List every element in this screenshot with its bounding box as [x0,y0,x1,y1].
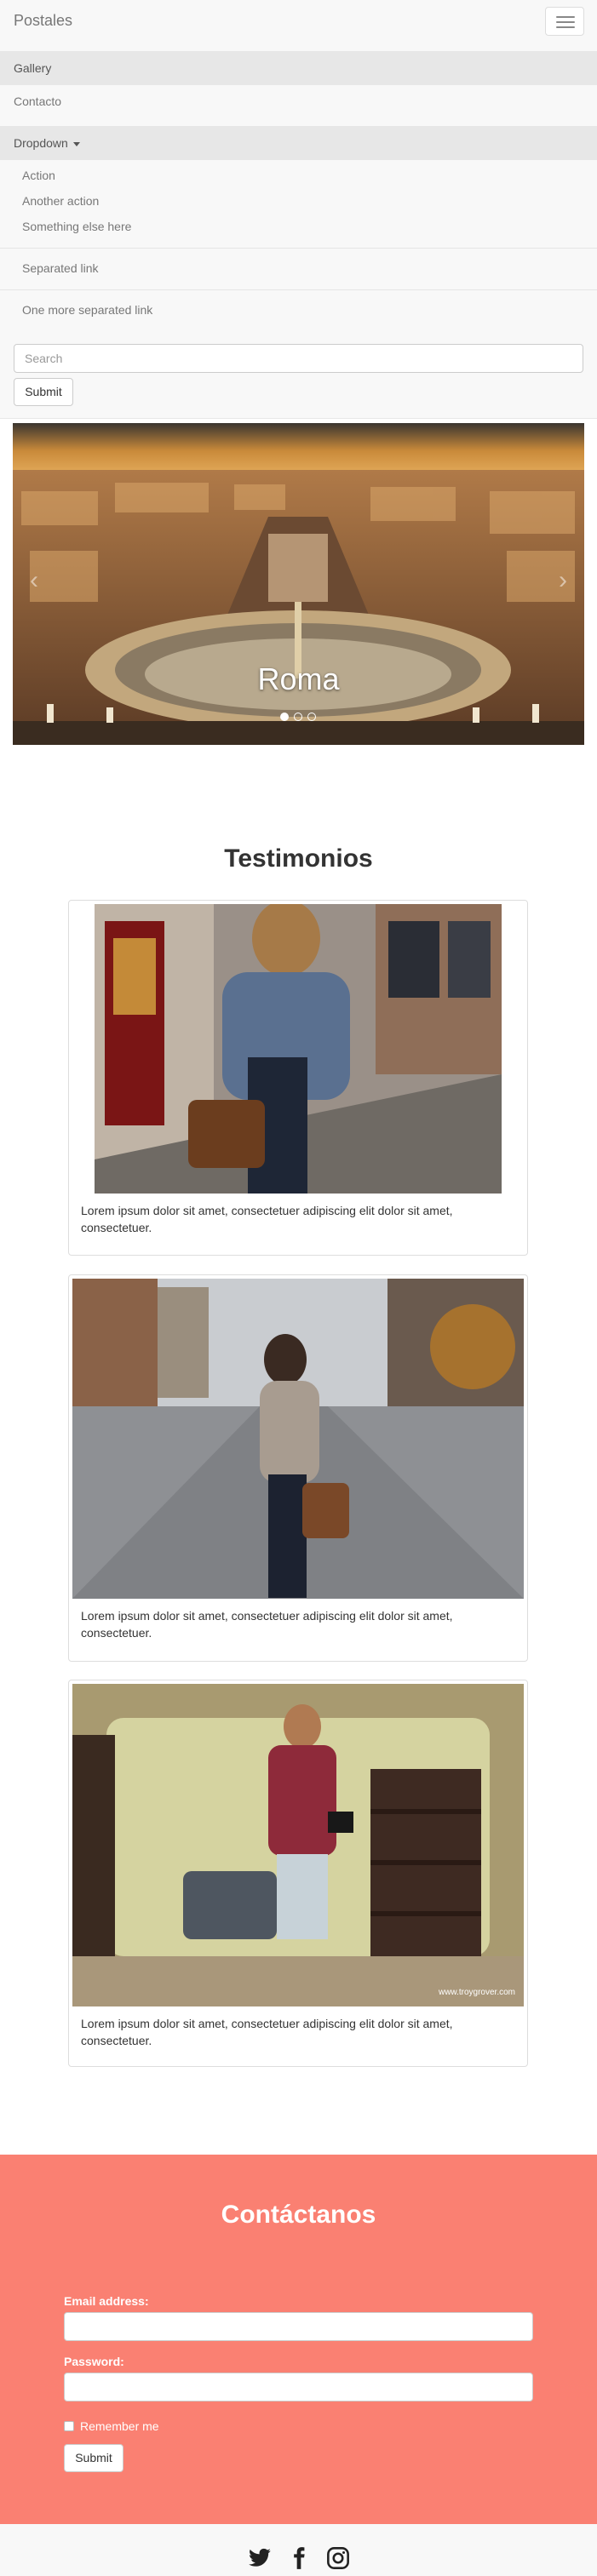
nav-item-contacto[interactable]: Contacto [0,84,597,118]
email-field[interactable] [64,2312,533,2341]
testimonial-text: Lorem ipsum dolor sit amet, consectetuer… [81,1609,453,1640]
testimonial-photo: www.troygrover.com [72,1684,524,2006]
hamburger-icon-bar [556,21,575,23]
testimonial-card: Lorem ipsum dolor sit amet, consectetuer… [68,1274,528,1662]
instagram-icon[interactable] [326,2546,350,2570]
nav-item-gallery[interactable]: Gallery [0,51,597,85]
contact-submit-button[interactable]: Submit [64,2444,123,2472]
chevron-right-icon: › [559,566,567,594]
testimonials-title: Testimonios [224,844,373,873]
brand-link[interactable]: Postales [14,12,72,30]
testimonial-card: www.troygrover.com Lorem ipsum dolor sit… [68,1680,528,2067]
remember-me-label: Remember me [80,2419,159,2433]
dropdown-item-action[interactable]: Action [22,166,55,185]
chevron-left-icon: ‹ [30,566,38,594]
dropdown-item-another-action[interactable]: Another action [22,192,99,210]
remember-me-checkbox[interactable] [64,2421,74,2431]
facebook-icon[interactable] [287,2546,311,2570]
navbar-toggle-button[interactable] [545,7,584,36]
email-label: Email address: [64,2294,149,2308]
carousel-indicator[interactable] [307,713,316,721]
caret-down-icon [72,141,80,146]
testimonial-photo [72,1279,524,1599]
testimonial-text: Lorem ipsum dolor sit amet, consectetuer… [81,2017,453,2047]
search-submit-button[interactable]: Submit [14,378,73,406]
search-input[interactable] [14,344,583,373]
dropdown-item-something-else[interactable]: Something else here [22,217,131,236]
dropdown-divider [0,248,597,249]
testimonial-photo [95,904,502,1194]
carousel: ‹ › Roma [13,423,584,745]
carousel-indicator[interactable] [280,713,289,721]
carousel-next-button[interactable]: › [550,564,576,598]
footer [0,2524,597,2576]
hamburger-icon-bar [556,26,575,28]
testimonial-card: Lorem ipsum dolor sit amet, consectetuer… [68,900,528,1256]
hamburger-icon [556,16,575,18]
contact-section: Contáctanos Email address: Password: Rem… [0,2155,597,2524]
password-field[interactable] [64,2373,533,2401]
carousel-caption: Roma [257,661,340,696]
twitter-icon[interactable] [248,2546,272,2570]
dropdown-label: Dropdown [14,136,68,150]
carousel-indicator[interactable] [294,713,302,721]
carousel-prev-button[interactable]: ‹ [21,564,47,598]
password-label: Password: [64,2355,124,2368]
nav-item-dropdown[interactable]: Dropdown [0,126,597,160]
dropdown-item-separated-link[interactable]: Separated link [22,259,99,278]
testimonial-text: Lorem ipsum dolor sit amet, consectetuer… [81,1204,453,1234]
photo-watermark: www.troygrover.com [438,1988,515,1997]
dropdown-divider [0,289,597,290]
contact-title: Contáctanos [221,2201,376,2229]
navbar: Postales Gallery Contacto Dropdown Actio… [0,0,597,419]
dropdown-item-one-more-separated-link[interactable]: One more separated link [22,301,152,319]
